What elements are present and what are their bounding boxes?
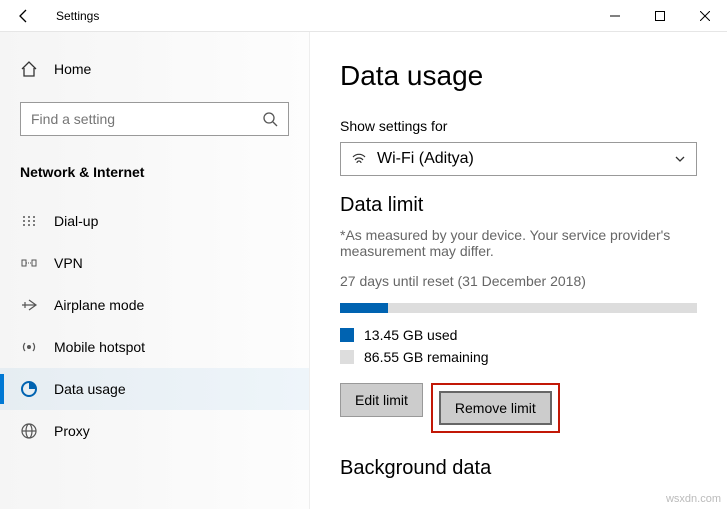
sidebar-item-proxy[interactable]: Proxy bbox=[0, 410, 309, 452]
measurement-note: *As measured by your device. Your servic… bbox=[340, 227, 697, 259]
airplane-icon bbox=[20, 296, 38, 314]
legend-used: 13.45 GB used bbox=[340, 327, 697, 343]
category-title: Network & Internet bbox=[0, 152, 309, 200]
sidebar-item-label: Airplane mode bbox=[54, 297, 144, 313]
chevron-down-icon bbox=[674, 153, 686, 165]
search-icon bbox=[262, 111, 278, 127]
search-input[interactable] bbox=[31, 111, 262, 127]
show-settings-label: Show settings for bbox=[340, 118, 697, 134]
sidebar-item-datausage[interactable]: Data usage bbox=[0, 368, 309, 410]
legend-remaining: 86.55 GB remaining bbox=[340, 349, 697, 365]
maximize-button[interactable] bbox=[637, 0, 682, 32]
remaining-swatch bbox=[340, 350, 354, 364]
usage-progress-fill bbox=[340, 303, 388, 313]
home-label: Home bbox=[54, 61, 91, 77]
limit-buttons: Edit limit Remove limit bbox=[340, 383, 697, 433]
content: Data usage Show settings for Wi-Fi (Adit… bbox=[310, 32, 727, 509]
sidebar-item-label: Dial-up bbox=[54, 213, 98, 229]
usage-progress bbox=[340, 303, 697, 313]
sidebar: Home Network & Internet Dial-up VPN Ai bbox=[0, 32, 310, 509]
sidebar-item-label: VPN bbox=[54, 255, 83, 271]
reset-text: 27 days until reset (31 December 2018) bbox=[340, 273, 697, 289]
background-data-heading: Background data bbox=[340, 457, 697, 480]
home-icon bbox=[20, 60, 38, 78]
datausage-icon bbox=[20, 380, 38, 398]
close-button[interactable] bbox=[682, 0, 727, 32]
hotspot-icon bbox=[20, 338, 38, 356]
titlebar: Settings bbox=[0, 0, 727, 32]
vpn-icon bbox=[20, 254, 38, 272]
edit-limit-button[interactable]: Edit limit bbox=[340, 383, 423, 417]
used-swatch bbox=[340, 328, 354, 342]
back-button[interactable] bbox=[0, 0, 48, 32]
sidebar-item-label: Data usage bbox=[54, 381, 126, 397]
page-title: Data usage bbox=[340, 60, 697, 92]
sidebar-item-vpn[interactable]: VPN bbox=[0, 242, 309, 284]
adapter-name: Wi-Fi (Aditya) bbox=[377, 150, 474, 168]
window-title: Settings bbox=[48, 9, 592, 23]
used-text: 13.45 GB used bbox=[364, 327, 457, 343]
main: Home Network & Internet Dial-up VPN Ai bbox=[0, 32, 727, 509]
proxy-icon bbox=[20, 422, 38, 440]
dialup-icon bbox=[20, 212, 38, 230]
window-controls bbox=[592, 0, 727, 32]
sidebar-item-airplane[interactable]: Airplane mode bbox=[0, 284, 309, 326]
adapter-dropdown[interactable]: Wi-Fi (Aditya) bbox=[340, 142, 697, 176]
sidebar-item-dialup[interactable]: Dial-up bbox=[0, 200, 309, 242]
sidebar-item-label: Proxy bbox=[54, 423, 90, 439]
sidebar-item-hotspot[interactable]: Mobile hotspot bbox=[0, 326, 309, 368]
sidebar-item-label: Mobile hotspot bbox=[54, 339, 145, 355]
watermark: wsxdn.com bbox=[666, 493, 721, 505]
wifi-icon bbox=[351, 151, 367, 167]
data-limit-heading: Data limit bbox=[340, 194, 697, 217]
home-button[interactable]: Home bbox=[0, 52, 309, 86]
remaining-text: 86.55 GB remaining bbox=[364, 349, 489, 365]
remove-limit-highlight: Remove limit bbox=[431, 383, 560, 433]
search-box[interactable] bbox=[20, 102, 289, 136]
minimize-button[interactable] bbox=[592, 0, 637, 32]
remove-limit-button[interactable]: Remove limit bbox=[439, 391, 552, 425]
